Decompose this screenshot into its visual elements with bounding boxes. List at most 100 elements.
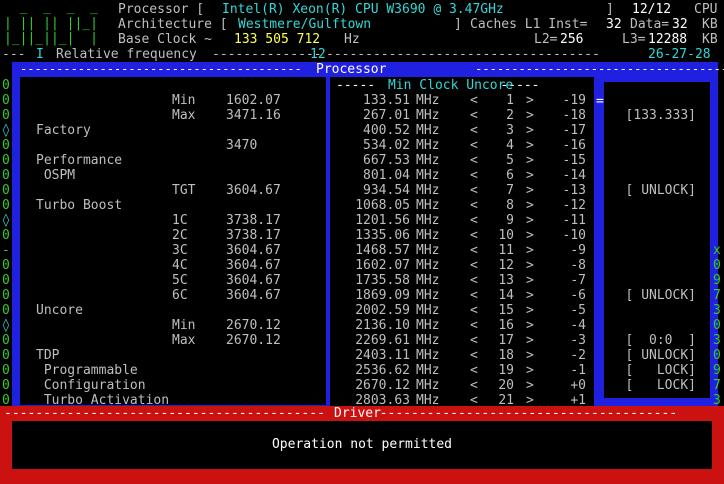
clock-row-close: > [526,228,534,243]
edge-cell: 0 [2,138,10,153]
clock-row-offset: +0 [570,378,586,393]
clock-row-close: > [526,93,534,108]
clock-row-freq: 1602.07 [355,258,410,273]
setting-value[interactable]: [ LOCK] [614,378,696,393]
edge-cell: 0 [2,273,10,288]
hz-label: Hz [344,32,360,47]
clock-row-open: < [470,333,478,348]
edge-cell: 0 [2,363,10,378]
clock-row-index: 13 [498,273,514,288]
edge-cell: 0 [713,258,721,273]
clock-row-index: 16 [498,318,514,333]
edge-cell: 0 [2,378,10,393]
clock-row-freq: 801.04 [363,168,410,183]
l2-value: 256 [560,32,584,47]
clock-row-close: > [526,273,534,288]
clock-row-unit: MHz [416,93,440,108]
activity-bars-mid: | || || ||_| [4,16,98,31]
clock-row-index: 18 [498,348,514,363]
clock-row-offset: -11 [562,213,586,228]
processor-row-sub: 5C [172,273,188,288]
clock-row-unit: MHz [416,183,440,198]
freq-ruler-line-2: ----------------------------------- [326,47,600,62]
processor-row-label: Factory [36,123,91,138]
edge-cell: 0 [2,258,10,273]
clock-row-freq: 2136.10 [355,318,410,333]
processor-row-label: Uncore [36,303,83,318]
clock-row-offset: -1 [570,363,586,378]
clock-row-index: 8 [506,198,514,213]
processor-row-sub: Max [172,108,196,123]
clock-row-close: > [526,333,534,348]
edge-cell: 0 [2,93,10,108]
processor-row-label: Turbo Boost [36,198,123,213]
processor-row-value: 3604.67 [226,183,281,198]
setting-value[interactable]: [ UNLOCK] [614,183,696,198]
clock-row-unit: MHz [416,213,440,228]
processor-close: ] [606,2,614,17]
clock-row-index: 15 [498,303,514,318]
edge-cell: 0 [2,78,10,93]
setting-value[interactable]: [133.333] [614,108,696,123]
clock-row-freq: 400.52 [363,123,410,138]
setting-value[interactable]: [ 0:0 ] [614,333,696,348]
processor-row-sub: 4C [172,258,188,273]
setting-value[interactable]: [ LOCK] [614,363,696,378]
clock-row-open: < [470,183,478,198]
clock-row-open: < [470,348,478,363]
setting-value[interactable]: [ UNLOCK] [614,288,696,303]
clock-row-index: 4 [506,138,514,153]
clock-row-open: < [470,138,478,153]
processor-row-label: Programmable [36,363,138,378]
clock-row-index: 9 [506,213,514,228]
clock-row-unit: MHz [416,333,440,348]
clock-row-offset: -14 [562,168,586,183]
l1i-value: 32 [606,17,622,32]
edge-cell: 0 [2,153,10,168]
processor-row-sub: 3C [172,243,188,258]
activity-dashes-top: _ _ _ _ [4,0,98,15]
clock-row-freq: 667.53 [363,153,410,168]
clock-row-index: 6 [506,168,514,183]
edge-cell: ◊ [2,213,10,228]
clock-row-open: < [470,198,478,213]
clock-row-open: < [470,123,478,138]
edge-cell: 7 [713,288,721,303]
freq-ruler-prefix: --- [2,47,34,62]
processor-row-value: 3604.67 [226,273,281,288]
processor-row-value: 2670.12 [226,318,281,333]
clock-row-close: > [526,153,534,168]
setting-value[interactable]: [ UNLOCK] [614,348,696,363]
cpu-count: 12/12 [632,2,672,17]
base-clock-label: Base Clock ~ [118,32,212,47]
clock-row-open: < [470,363,478,378]
clock-row-open: < [470,213,478,228]
edge-cell: 0 [713,348,721,363]
data-label: Data= [630,17,670,32]
clock-row-open: < [470,288,478,303]
kb-label-1: KB [702,17,718,32]
processor-row-sub: Max [172,333,196,348]
clock-row-offset: -3 [570,333,586,348]
scroll-indicator[interactable]: = [596,94,604,109]
cpu-label: CPU [694,2,718,17]
clock-row-offset: -16 [562,138,586,153]
processor-row-sub: Min [172,318,196,333]
processor-row-label: OSPM [36,168,76,183]
clock-row-freq: 1201.56 [355,213,410,228]
clock-row-close: > [526,138,534,153]
clock-row-open: < [470,228,478,243]
clock-row-open: < [470,378,478,393]
l1d-value: 32 [672,17,688,32]
clock-row-offset: -7 [570,273,586,288]
edge-cell: 0 [2,183,10,198]
edge-cell: 0 [713,318,721,333]
clock-row-index: 2 [506,108,514,123]
edge-cell: 3 [713,303,721,318]
processor-label: Processor [ [118,2,205,17]
clock-row-freq: 2536.62 [355,363,410,378]
clock-row-offset: -17 [562,123,586,138]
edge-cell: 0 [2,303,10,318]
edge-cell: 3 [713,333,721,348]
clock-row-unit: MHz [416,288,440,303]
